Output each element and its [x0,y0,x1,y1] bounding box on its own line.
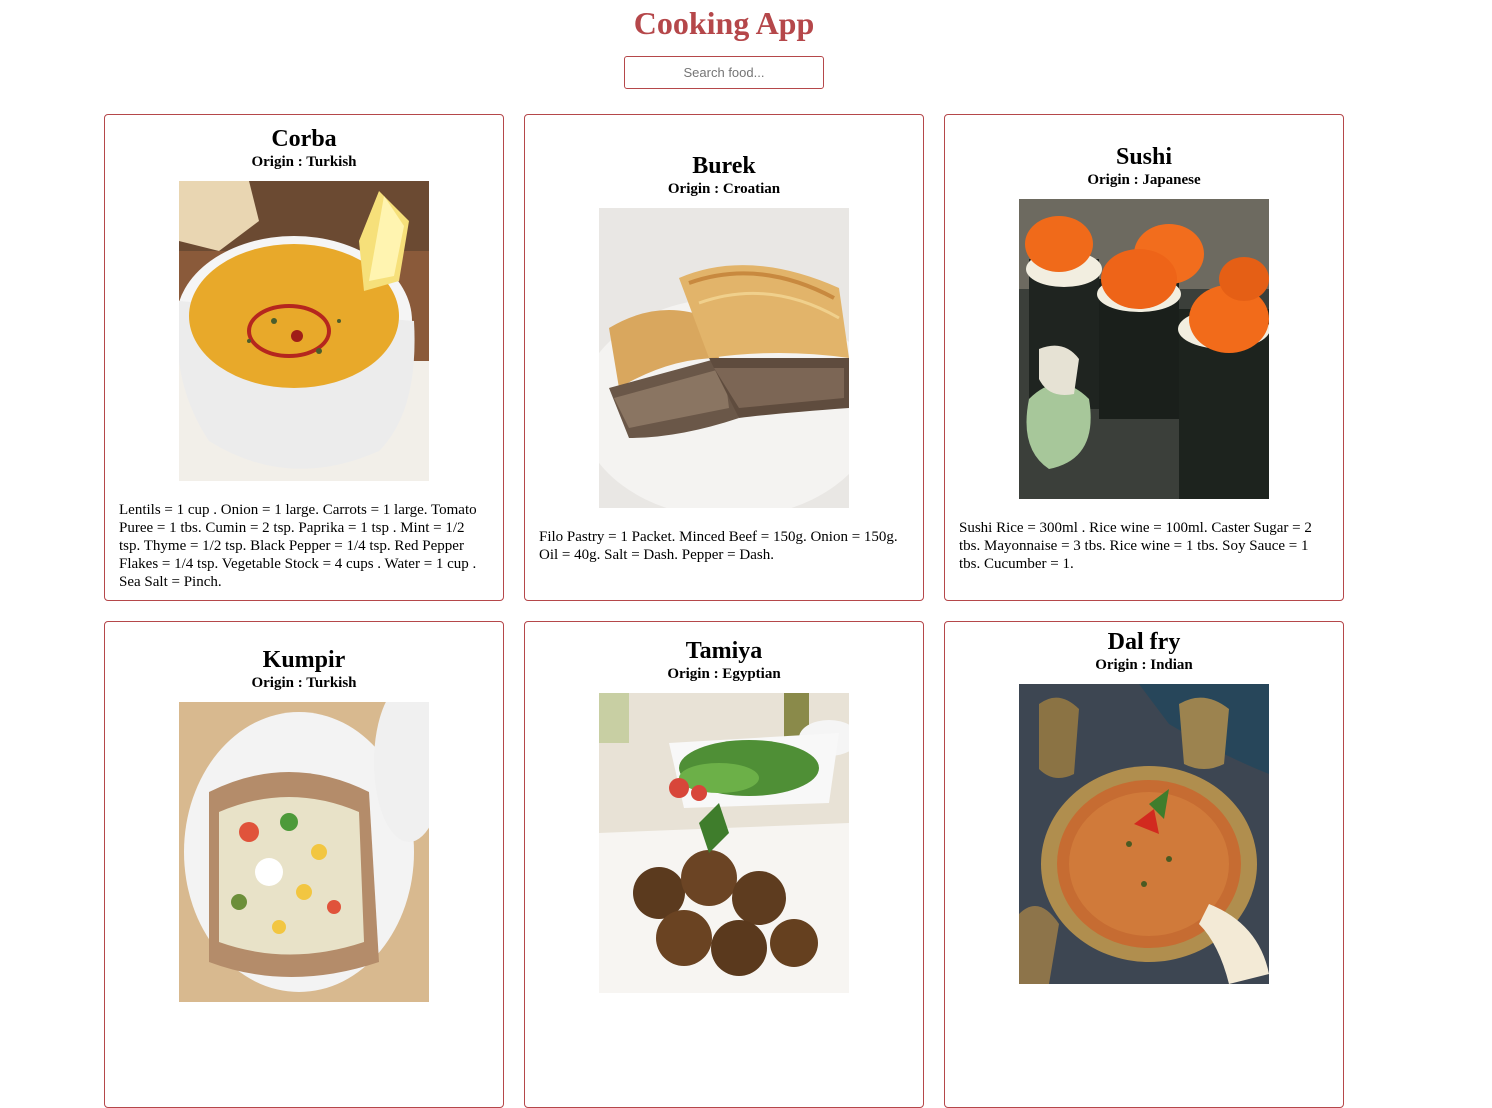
app-title: Cooking App [633,5,815,41]
recipe-image [599,693,849,993]
recipe-ingredients: Filo Pastry = 1 Packet. Minced Beef = 15… [539,528,898,563]
recipe-name: Corba [271,125,337,152]
recipe-card: Sushi Origin : Japanese Sushi Rice = 300… [944,114,1344,601]
recipe-origin: Origin : Croatian [667,180,781,197]
recipe-ingredients: Lentils = 1 cup . Onion = 1 large. Carro… [119,501,477,590]
recipe-name: Kumpir [262,647,346,673]
recipe-card: Tamiya Origin : Egyptian [524,621,924,1108]
recipe-card: Burek Origin : Croatian Filo Pastry = 1 … [524,114,924,601]
recipe-name: Sushi [1115,143,1173,170]
recipe-origin: Origin : Turkish [251,675,357,691]
recipe-name: Burek [692,152,756,179]
recipe-image [599,207,849,508]
search-input[interactable] [624,56,824,89]
recipe-card: Kumpir Origin : Turkish [104,621,504,1108]
recipe-image [179,702,429,1002]
recipe-card: Dal fry Origin : Indian [944,621,1344,1108]
recipe-image [179,180,429,481]
recipe-image [1019,684,1269,984]
recipe-origin: Origin : Egyptian [667,666,781,682]
recipe-image [1019,198,1269,499]
recipe-origin: Origin : Turkish [251,153,357,170]
recipe-origin: Origin : Japanese [1087,171,1201,188]
recipe-name: Tamiya [685,638,763,664]
recipe-card: Corba Origin : Turkish Lentils = 1 cup .… [104,114,504,601]
recipe-name: Dal fry [1107,629,1181,655]
recipe-ingredients: Sushi Rice = 300ml . Rice wine = 100ml. … [959,519,1312,572]
recipe-origin: Origin : Indian [1095,657,1193,673]
